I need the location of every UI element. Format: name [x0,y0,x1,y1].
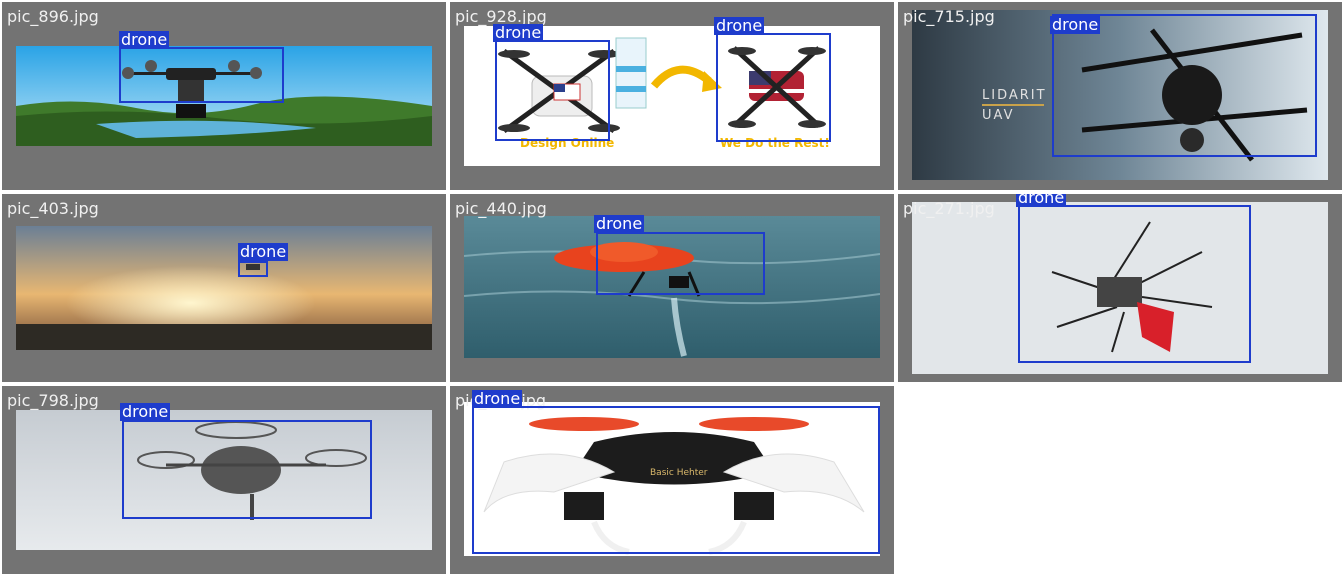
bounding-box [238,261,268,277]
class-label-tag: drone [1016,194,1067,207]
result-tile[interactable]: pic_271.jpg drone [898,194,1342,382]
filename-label: pic_440.jpg [455,199,547,218]
bounding-box [119,47,284,103]
detection-results-grid: pic_896.jpg drone pic_928.jpg Design Onl… [0,0,1344,576]
filename-label: pic_896.jpg [7,7,99,26]
result-tile[interactable]: pic_403.jpg drone [2,194,446,382]
bounding-box [1018,205,1251,363]
bounding-box [1052,14,1317,157]
result-tile[interactable]: pic_798.jpg drone [2,386,446,574]
brand-line-1: LIDARIT [982,88,1047,103]
brand-line-2: UAV [982,108,1015,123]
class-label-tag: drone [120,402,171,421]
class-label-tag: drone [472,389,523,408]
filename-label: pic_271.jpg [903,199,995,218]
brand-divider [982,104,1044,106]
bounding-box [122,420,372,519]
result-tile[interactable]: pic_928.jpg Design Online We Do the Rest… [450,2,894,190]
result-tile[interactable]: pic_715.jpg LIDARIT UAV drone [898,2,1342,190]
class-label-tag: drone [594,214,645,233]
result-tile[interactable]: pic_440.jpg drone [450,194,894,382]
filename-label: pic_403.jpg [7,199,99,218]
class-label-tag: drone [714,16,765,35]
filename-label: pic_798.jpg [7,391,99,410]
class-label-tag: drone [238,242,289,261]
result-tile[interactable]: pic_896.jpg drone [2,2,446,190]
class-label-tag: drone [493,23,544,42]
class-label-tag: drone [119,30,170,49]
class-label-tag: drone [1050,15,1101,34]
result-tile[interactable]: pic_1x1.jpg Basic Hehter drone [450,386,894,574]
bounding-box [596,232,765,295]
filename-label: pic_715.jpg [903,7,995,26]
bounding-box [495,40,610,141]
bounding-box [716,33,831,142]
bounding-box [472,406,880,554]
result-image [16,226,432,350]
